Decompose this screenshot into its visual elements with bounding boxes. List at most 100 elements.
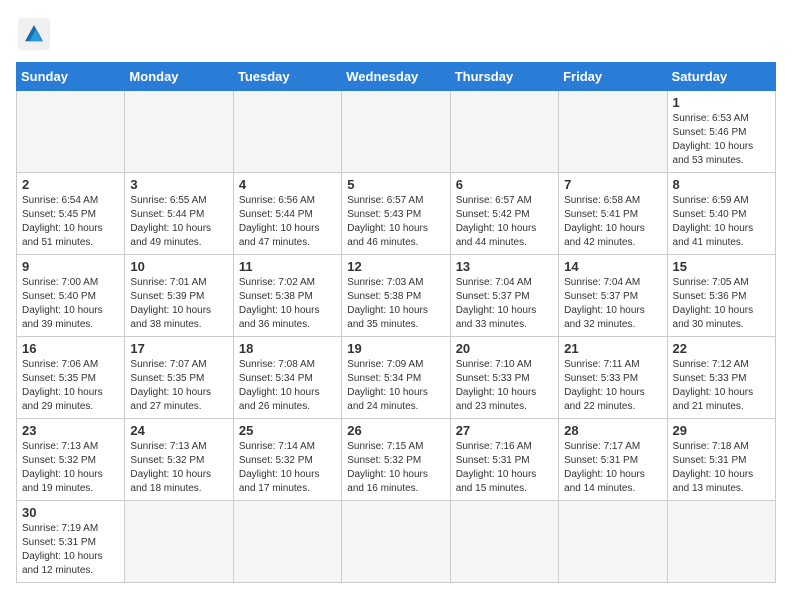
day-info: Sunrise: 6:59 AM Sunset: 5:40 PM Dayligh…: [673, 194, 770, 250]
calendar-cell: 27 Sunrise: 7:16 AM Sunset: 5:31 PM Dayli…: [450, 419, 558, 501]
calendar-cell: 12 Sunrise: 7:03 AM Sunset: 5:38 PM Dayli…: [342, 255, 450, 337]
day-info: Sunrise: 7:13 AM Sunset: 5:32 PM Dayligh…: [130, 440, 227, 496]
weekday-header-wednesday: Wednesday: [342, 63, 450, 91]
day-number: 23: [22, 423, 119, 438]
day-number: 17: [130, 341, 227, 356]
day-number: 19: [347, 341, 444, 356]
day-info: Sunrise: 7:17 AM Sunset: 5:31 PM Dayligh…: [564, 440, 661, 496]
day-number: 14: [564, 259, 661, 274]
day-info: Sunrise: 6:53 AM Sunset: 5:46 PM Dayligh…: [673, 112, 770, 168]
day-info: Sunrise: 6:57 AM Sunset: 5:42 PM Dayligh…: [456, 194, 553, 250]
calendar-cell: [450, 501, 558, 583]
day-info: Sunrise: 7:00 AM Sunset: 5:40 PM Dayligh…: [22, 276, 119, 332]
day-number: 11: [239, 259, 336, 274]
day-number: 30: [22, 505, 119, 520]
weekday-header-sunday: Sunday: [17, 63, 125, 91]
day-info: Sunrise: 7:04 AM Sunset: 5:37 PM Dayligh…: [456, 276, 553, 332]
calendar-cell: 21 Sunrise: 7:11 AM Sunset: 5:33 PM Dayli…: [559, 337, 667, 419]
calendar-cell: [233, 91, 341, 173]
calendar-cell: 18Sunrise: 7:08 AM Sunset: 5:34 PM Dayli…: [233, 337, 341, 419]
day-info: Sunrise: 7:04 AM Sunset: 5:37 PM Dayligh…: [564, 276, 661, 332]
day-info: Sunrise: 7:01 AM Sunset: 5:39 PM Dayligh…: [130, 276, 227, 332]
calendar-cell: 9 Sunrise: 7:00 AM Sunset: 5:40 PM Daylig…: [17, 255, 125, 337]
calendar-cell: 16 Sunrise: 7:06 AM Sunset: 5:35 PM Dayli…: [17, 337, 125, 419]
day-info: Sunrise: 7:12 AM Sunset: 5:33 PM Dayligh…: [673, 358, 770, 414]
day-number: 2: [22, 177, 119, 192]
calendar-cell: 3 Sunrise: 6:55 AM Sunset: 5:44 PM Daylig…: [125, 173, 233, 255]
calendar-cell: 29Sunrise: 7:18 AM Sunset: 5:31 PM Dayli…: [667, 419, 775, 501]
calendar-cell: [559, 501, 667, 583]
calendar-table: SundayMondayTuesdayWednesdayThursdayFrid…: [16, 62, 776, 583]
day-info: Sunrise: 7:10 AM Sunset: 5:33 PM Dayligh…: [456, 358, 553, 414]
day-number: 27: [456, 423, 553, 438]
calendar-cell: [125, 501, 233, 583]
logo: [16, 16, 58, 52]
day-info: Sunrise: 6:55 AM Sunset: 5:44 PM Dayligh…: [130, 194, 227, 250]
day-info: Sunrise: 6:57 AM Sunset: 5:43 PM Dayligh…: [347, 194, 444, 250]
day-info: Sunrise: 7:11 AM Sunset: 5:33 PM Dayligh…: [564, 358, 661, 414]
day-info: Sunrise: 7:05 AM Sunset: 5:36 PM Dayligh…: [673, 276, 770, 332]
day-number: 9: [22, 259, 119, 274]
calendar-cell: 25 Sunrise: 7:14 AM Sunset: 5:32 PM Dayli…: [233, 419, 341, 501]
day-number: 16: [22, 341, 119, 356]
calendar-cell: 7Sunrise: 6:58 AM Sunset: 5:41 PM Daylig…: [559, 173, 667, 255]
day-info: Sunrise: 7:13 AM Sunset: 5:32 PM Dayligh…: [22, 440, 119, 496]
day-info: Sunrise: 7:09 AM Sunset: 5:34 PM Dayligh…: [347, 358, 444, 414]
day-number: 10: [130, 259, 227, 274]
day-number: 3: [130, 177, 227, 192]
weekday-header-monday: Monday: [125, 63, 233, 91]
day-number: 13: [456, 259, 553, 274]
calendar-cell: 5 Sunrise: 6:57 AM Sunset: 5:43 PM Daylig…: [342, 173, 450, 255]
calendar-cell: 17 Sunrise: 7:07 AM Sunset: 5:35 PM Dayli…: [125, 337, 233, 419]
day-info: Sunrise: 7:07 AM Sunset: 5:35 PM Dayligh…: [130, 358, 227, 414]
calendar-cell: 10 Sunrise: 7:01 AM Sunset: 5:39 PM Dayli…: [125, 255, 233, 337]
page-header: [16, 16, 776, 52]
day-number: 24: [130, 423, 227, 438]
calendar-cell: 22 Sunrise: 7:12 AM Sunset: 5:33 PM Dayli…: [667, 337, 775, 419]
calendar-cell: 15 Sunrise: 7:05 AM Sunset: 5:36 PM Dayli…: [667, 255, 775, 337]
day-number: 28: [564, 423, 661, 438]
day-info: Sunrise: 7:15 AM Sunset: 5:32 PM Dayligh…: [347, 440, 444, 496]
day-number: 7: [564, 177, 661, 192]
calendar-cell: 19 Sunrise: 7:09 AM Sunset: 5:34 PM Dayli…: [342, 337, 450, 419]
day-info: Sunrise: 7:03 AM Sunset: 5:38 PM Dayligh…: [347, 276, 444, 332]
day-number: 22: [673, 341, 770, 356]
day-info: Sunrise: 6:56 AM Sunset: 5:44 PM Dayligh…: [239, 194, 336, 250]
calendar-cell: [559, 91, 667, 173]
calendar-cell: 2 Sunrise: 6:54 AM Sunset: 5:45 PM Daylig…: [17, 173, 125, 255]
calendar-cell: 24 Sunrise: 7:13 AM Sunset: 5:32 PM Dayli…: [125, 419, 233, 501]
day-info: Sunrise: 7:14 AM Sunset: 5:32 PM Dayligh…: [239, 440, 336, 496]
weekday-header-thursday: Thursday: [450, 63, 558, 91]
day-number: 21: [564, 341, 661, 356]
calendar-cell: [17, 91, 125, 173]
day-info: Sunrise: 7:16 AM Sunset: 5:31 PM Dayligh…: [456, 440, 553, 496]
weekday-header-saturday: Saturday: [667, 63, 775, 91]
day-number: 5: [347, 177, 444, 192]
day-number: 8: [673, 177, 770, 192]
calendar-cell: 14 Sunrise: 7:04 AM Sunset: 5:37 PM Dayli…: [559, 255, 667, 337]
day-number: 26: [347, 423, 444, 438]
calendar-cell: [667, 501, 775, 583]
calendar-cell: [342, 91, 450, 173]
day-info: Sunrise: 7:19 AM Sunset: 5:31 PM Dayligh…: [22, 522, 119, 578]
day-info: Sunrise: 6:54 AM Sunset: 5:45 PM Dayligh…: [22, 194, 119, 250]
calendar-cell: 30 Sunrise: 7:19 AM Sunset: 5:31 PM Dayli…: [17, 501, 125, 583]
calendar-cell: [450, 91, 558, 173]
day-info: Sunrise: 7:02 AM Sunset: 5:38 PM Dayligh…: [239, 276, 336, 332]
calendar-cell: 23 Sunrise: 7:13 AM Sunset: 5:32 PM Dayli…: [17, 419, 125, 501]
logo-icon: [16, 16, 52, 52]
day-info: Sunrise: 7:06 AM Sunset: 5:35 PM Dayligh…: [22, 358, 119, 414]
calendar-cell: 28 Sunrise: 7:17 AM Sunset: 5:31 PM Dayli…: [559, 419, 667, 501]
day-number: 1: [673, 95, 770, 110]
calendar-cell: 13 Sunrise: 7:04 AM Sunset: 5:37 PM Dayli…: [450, 255, 558, 337]
calendar-cell: 1 Sunrise: 6:53 AM Sunset: 5:46 PM Daylig…: [667, 91, 775, 173]
calendar-cell: 4Sunrise: 6:56 AM Sunset: 5:44 PM Daylig…: [233, 173, 341, 255]
calendar-cell: 8 Sunrise: 6:59 AM Sunset: 5:40 PM Daylig…: [667, 173, 775, 255]
day-number: 25: [239, 423, 336, 438]
day-number: 15: [673, 259, 770, 274]
day-number: 12: [347, 259, 444, 274]
day-info: Sunrise: 7:18 AM Sunset: 5:31 PM Dayligh…: [673, 440, 770, 496]
day-number: 6: [456, 177, 553, 192]
weekday-header-friday: Friday: [559, 63, 667, 91]
calendar-cell: 6 Sunrise: 6:57 AM Sunset: 5:42 PM Daylig…: [450, 173, 558, 255]
